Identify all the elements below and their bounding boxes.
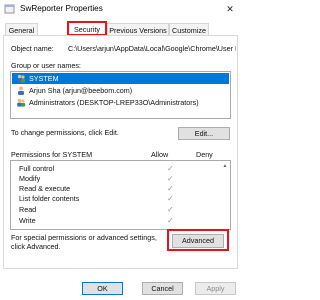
permission-name: Full control <box>19 164 55 173</box>
close-icon[interactable]: ✕ <box>223 3 237 15</box>
permission-row: Read ✓ <box>19 205 224 215</box>
allow-check-icon: ✓ <box>167 194 174 203</box>
tab-security[interactable]: Security <box>67 21 107 36</box>
permissions-label: Permissions for SYSTEM <box>11 150 93 159</box>
object-name-label: Object name: <box>11 44 54 53</box>
list-item-administrators[interactable]: Administrators (DESKTOP-LREP33O\Administ… <box>12 97 229 108</box>
advanced-highlight: Advanced <box>167 229 229 251</box>
deny-header: Deny <box>196 150 213 159</box>
window-title: SwReporter Properties <box>20 4 103 13</box>
permissions-list[interactable]: ▲ Full control ✓ Modify ✓ Read & execute… <box>10 160 231 230</box>
allow-check-icon: ✓ <box>167 174 174 183</box>
group-users-label: Group or user names: <box>11 61 81 70</box>
apply-button[interactable]: Apply <box>195 282 236 295</box>
permission-row: List folder contents ✓ <box>19 194 224 204</box>
permission-name: Modify <box>19 174 41 183</box>
group-icon <box>17 98 26 107</box>
permission-row: Read & execute ✓ <box>19 184 224 194</box>
tab-bar: General Security Previous Versions Custo… <box>0 20 241 36</box>
permission-name: Read <box>19 205 37 214</box>
list-item-system[interactable]: SYSTEM <box>12 73 229 84</box>
ok-button[interactable]: OK <box>82 282 123 295</box>
allow-check-icon: ✓ <box>167 216 174 225</box>
file-icon <box>4 4 15 14</box>
allow-check-icon: ✓ <box>167 164 174 173</box>
group-icon <box>17 74 26 83</box>
permission-row: Write ✓ <box>19 216 224 226</box>
permission-row: Modify ✓ <box>19 174 224 184</box>
permission-name: Write <box>19 216 36 225</box>
object-name-value: C:\Users\arjun\AppData\Local\Google\Chro… <box>68 44 236 53</box>
special-permissions-text: For special permissions or advanced sett… <box>11 233 157 242</box>
change-permissions-hint: To change permissions, click Edit. <box>11 128 119 137</box>
user-name: Administrators (DESKTOP-LREP33O\Administ… <box>29 98 199 107</box>
list-item-arjun[interactable]: Arjun Sha (arjun@beebom.com) <box>12 85 229 96</box>
user-icon <box>18 86 24 95</box>
permission-row: Full control ✓ <box>19 164 224 174</box>
user-name: SYSTEM <box>29 74 59 83</box>
cancel-button[interactable]: Cancel <box>142 282 183 295</box>
special-permissions-text-2: click Advanced. <box>11 242 61 251</box>
edit-button[interactable]: Edit... <box>178 127 230 140</box>
allow-check-icon: ✓ <box>167 184 174 193</box>
allow-header: Allow <box>151 150 169 159</box>
user-name: Arjun Sha (arjun@beebom.com) <box>29 86 133 95</box>
advanced-button[interactable]: Advanced <box>172 234 224 248</box>
permission-name: Read & execute <box>19 184 71 193</box>
permission-name: List folder contents <box>19 194 80 203</box>
title-bar: SwReporter Properties ✕ <box>0 0 241 18</box>
allow-check-icon: ✓ <box>167 205 174 214</box>
user-list[interactable]: SYSTEM Arjun Sha (arjun@beebom.com) Admi… <box>10 71 231 119</box>
